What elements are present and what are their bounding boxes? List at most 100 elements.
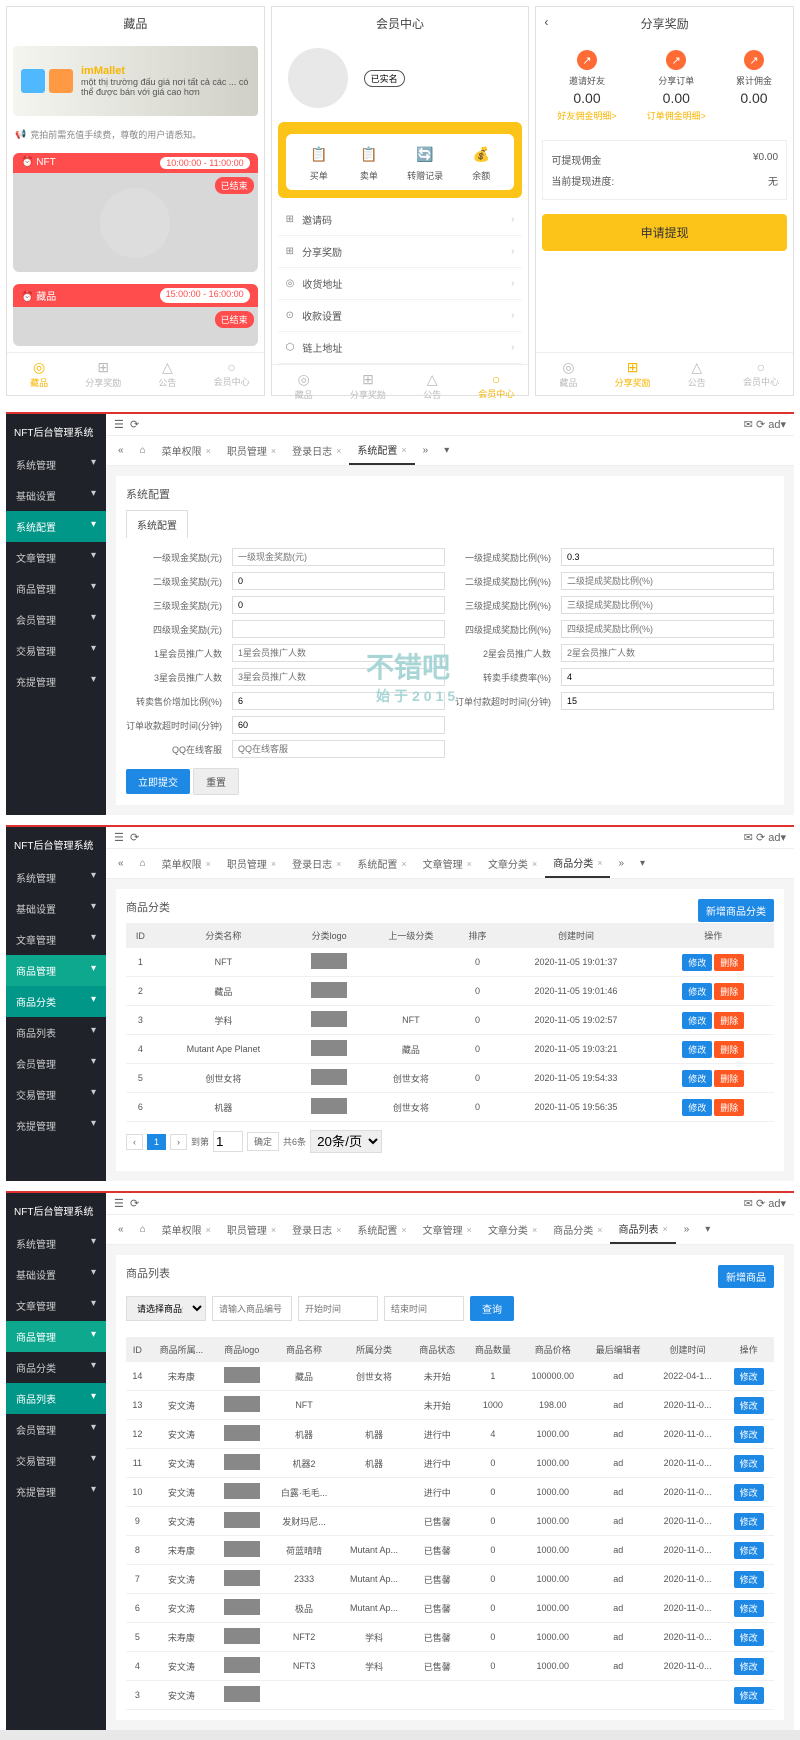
edit-button[interactable]: 修改 [734, 1368, 764, 1385]
tab[interactable]: 商品分类 × [545, 1216, 610, 1243]
tab[interactable]: 职员管理 × [219, 850, 284, 877]
edit-button[interactable]: 修改 [682, 1041, 712, 1058]
edit-button[interactable]: 修改 [734, 1600, 764, 1617]
menu-icon[interactable]: ☰ [114, 418, 124, 431]
submit-button[interactable]: 立即提交 [126, 769, 190, 794]
close-icon[interactable]: × [662, 1224, 667, 1234]
withdraw-button[interactable]: 申请提现 [542, 214, 787, 251]
tab[interactable]: 文章分类 × [480, 850, 545, 877]
sidebar-item[interactable]: 充提管理▾ [6, 1476, 106, 1507]
close-icon[interactable]: × [532, 859, 537, 869]
sub-tab[interactable]: 系统配置 [126, 510, 188, 538]
tab-prev[interactable]: « [110, 852, 132, 875]
sidebar-item[interactable]: 交易管理▾ [6, 1079, 106, 1110]
sidebar-item[interactable]: 系统管理▾ [6, 1228, 106, 1259]
sidebar-item[interactable]: 基础设置▾ [6, 480, 106, 511]
form-input[interactable] [232, 716, 445, 734]
detail-link[interactable]: 订单佣金明细> [647, 109, 706, 122]
sidebar-item[interactable]: 文章管理▾ [6, 1290, 106, 1321]
tab[interactable]: 商品列表 × [610, 1215, 675, 1244]
sidebar-item[interactable]: 商品分类▾ [6, 986, 106, 1017]
detail-link[interactable]: 好友佣金明细> [557, 109, 616, 122]
tab[interactable]: 商品分类 × [545, 849, 610, 878]
form-input[interactable] [232, 620, 445, 638]
category-filter[interactable]: 请选择商品分类 [126, 1296, 206, 1321]
tab[interactable]: 菜单权限 × [154, 850, 219, 877]
sidebar-item[interactable]: 系统配置▾ [6, 511, 106, 542]
sidebar-item[interactable]: 会员管理▾ [6, 1414, 106, 1445]
message-icon[interactable]: ✉ [744, 831, 753, 844]
sidebar-item[interactable]: 文章管理▾ [6, 542, 106, 573]
refresh-icon[interactable]: ⟳ [756, 1197, 765, 1210]
close-icon[interactable]: × [401, 445, 406, 455]
sidebar-item[interactable]: 交易管理▾ [6, 635, 106, 666]
close-icon[interactable]: × [401, 1225, 406, 1235]
close-icon[interactable]: × [271, 446, 276, 456]
sidebar-item[interactable]: 商品列表▾ [6, 1017, 106, 1048]
tab[interactable]: 登录日志 × [284, 1216, 349, 1243]
reset-button[interactable]: 重置 [193, 768, 239, 795]
delete-button[interactable]: 删除 [714, 983, 744, 1000]
close-icon[interactable]: × [336, 1225, 341, 1235]
menu-item[interactable]: ⬡链上地址› [278, 332, 523, 364]
sidebar-item[interactable]: 商品管理▾ [6, 1321, 106, 1352]
tab[interactable]: 系统配置 × [349, 850, 414, 877]
nav-notice[interactable]: △公告 [135, 359, 199, 389]
refresh-icon[interactable]: ⟳ [756, 418, 765, 431]
nav-member[interactable]: ○会员中心 [464, 371, 528, 401]
delete-button[interactable]: 删除 [714, 1099, 744, 1116]
home-icon[interactable]: ⌂ [132, 852, 154, 875]
add-product-button[interactable]: 新增商品 [718, 1265, 774, 1288]
tab-prev[interactable]: « [110, 439, 132, 462]
tab[interactable]: 职员管理 × [219, 1216, 284, 1243]
tab-next[interactable]: » [610, 852, 632, 875]
home-icon[interactable]: ⌂ [132, 1218, 154, 1241]
nav-share[interactable]: ⊞分享奖励 [601, 359, 665, 389]
refresh-icon[interactable]: ⟳ [756, 831, 765, 844]
sidebar-item[interactable]: 商品分类▾ [6, 1352, 106, 1383]
refresh-icon[interactable]: ⟳ [130, 418, 139, 431]
delete-button[interactable]: 删除 [714, 1041, 744, 1058]
close-icon[interactable]: × [401, 859, 406, 869]
form-input[interactable] [232, 572, 445, 590]
tab-next[interactable]: » [415, 439, 437, 462]
form-input[interactable] [232, 548, 445, 566]
nft-card[interactable]: ⏰ 藏品15:00:00 - 16:00:00 已结束 [13, 284, 258, 346]
edit-button[interactable]: 修改 [682, 1070, 712, 1087]
tab[interactable]: 文章分类 × [480, 1216, 545, 1243]
edit-button[interactable]: 修改 [734, 1455, 764, 1472]
edit-button[interactable]: 修改 [734, 1687, 764, 1704]
sidebar-item[interactable]: 系统管理▾ [6, 862, 106, 893]
tab[interactable]: 登录日志 × [284, 437, 349, 464]
close-icon[interactable]: × [597, 858, 602, 868]
tab[interactable]: 登录日志 × [284, 850, 349, 877]
form-input[interactable] [561, 548, 774, 566]
nav-member[interactable]: ○会员中心 [729, 359, 793, 389]
menu-item[interactable]: ⊙收款设置› [278, 300, 523, 332]
close-icon[interactable]: × [336, 859, 341, 869]
edit-button[interactable]: 修改 [734, 1484, 764, 1501]
buy-button[interactable]: 📋买单 [307, 142, 331, 182]
nav-notice[interactable]: △公告 [400, 371, 464, 401]
nft-card[interactable]: ⏰ NFT10:00:00 - 11:00:00 已结束 [13, 153, 258, 272]
prev-page[interactable]: ‹ [126, 1134, 143, 1150]
refresh-icon[interactable]: ⟳ [130, 1197, 139, 1210]
tab-prev[interactable]: « [110, 1218, 132, 1241]
close-icon[interactable]: × [271, 1225, 276, 1235]
edit-button[interactable]: 修改 [734, 1426, 764, 1443]
form-input[interactable] [561, 692, 774, 710]
balance-button[interactable]: 💰余额 [469, 142, 493, 182]
sidebar-item[interactable]: 商品管理▾ [6, 573, 106, 604]
sidebar-item[interactable]: 系统管理▾ [6, 449, 106, 480]
delete-button[interactable]: 删除 [714, 954, 744, 971]
nav-share[interactable]: ⊞分享奖励 [336, 371, 400, 401]
close-icon[interactable]: × [336, 446, 341, 456]
form-input[interactable] [561, 596, 774, 614]
form-input[interactable] [232, 692, 445, 710]
sidebar-item[interactable]: 基础设置▾ [6, 893, 106, 924]
next-page[interactable]: › [170, 1134, 187, 1150]
menu-item[interactable]: ◎收货地址› [278, 268, 523, 300]
add-category-button[interactable]: 新增商品分类 [698, 899, 774, 922]
sidebar-item[interactable]: 基础设置▾ [6, 1259, 106, 1290]
delete-button[interactable]: 删除 [714, 1070, 744, 1087]
